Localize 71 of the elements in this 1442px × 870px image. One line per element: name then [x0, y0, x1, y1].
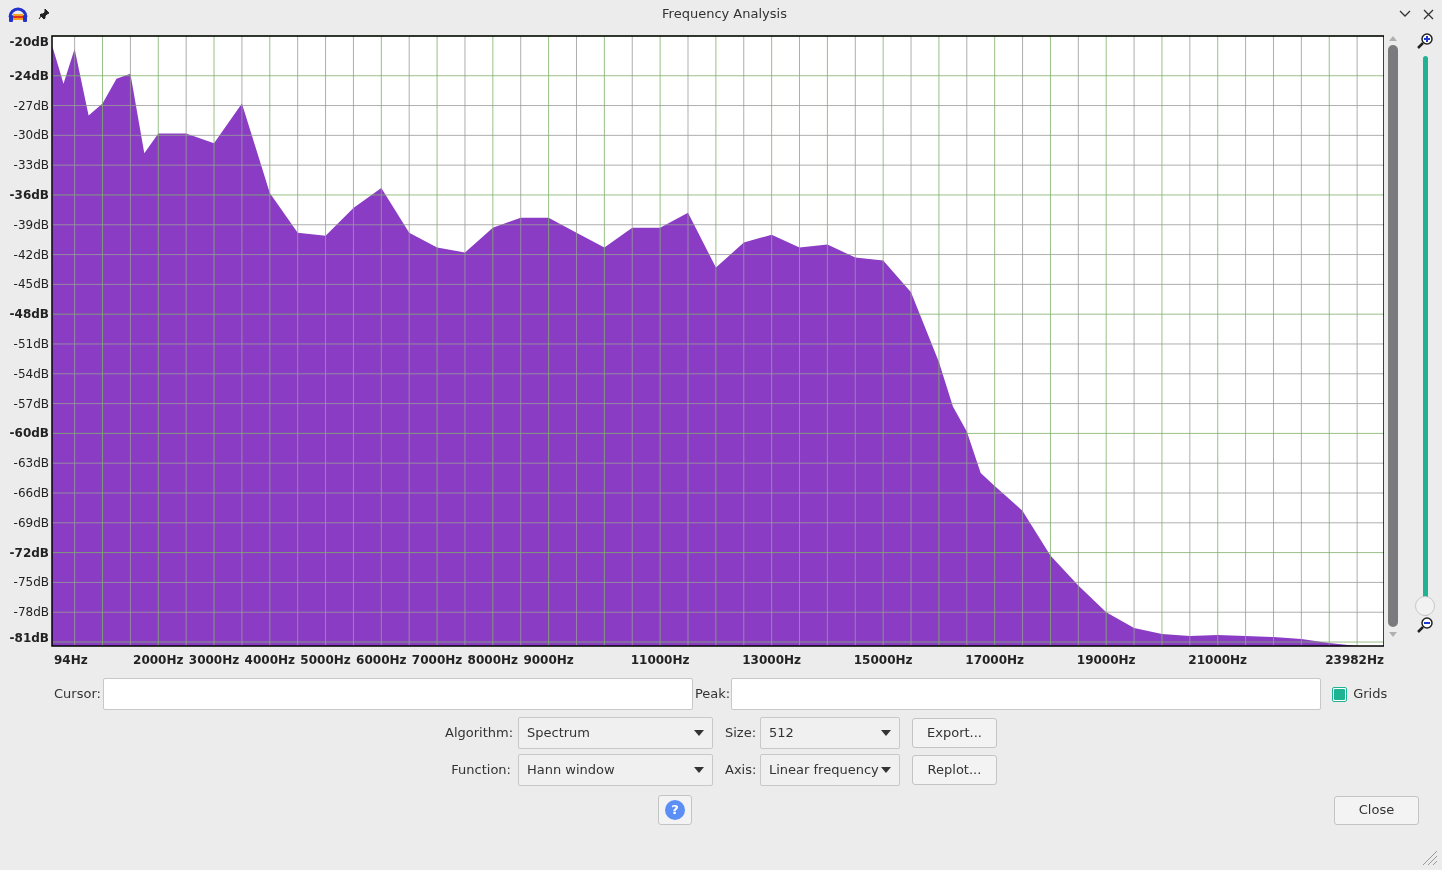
peak-field[interactable] [731, 678, 1322, 710]
x-axis-label: 4000Hz [244, 653, 295, 667]
chevron-down-icon[interactable] [1399, 10, 1411, 18]
field-label: Axis: [725, 761, 753, 780]
export-button[interactable]: Export... [912, 718, 997, 748]
scroll-down-arrow-icon[interactable] [1389, 632, 1397, 637]
y-axis-label: -20dB [9, 35, 49, 49]
function-dropdown[interactable]: Hann window [518, 754, 713, 786]
caret-icon [881, 767, 891, 773]
y-axis-label: -63dB [13, 456, 49, 471]
y-axis-label: -27dB [13, 98, 49, 113]
zoom-slider-track[interactable] [1415, 56, 1435, 616]
y-axis-label: -45dB [13, 277, 49, 292]
y-axis-label: -57dB [13, 396, 49, 411]
grids-checkbox[interactable] [1332, 686, 1348, 702]
scrollbar-thumb[interactable] [1388, 45, 1398, 627]
y-axis-label: -33dB [13, 158, 49, 173]
x-axis-label: 9000Hz [523, 653, 574, 667]
field-label: Function: [450, 761, 511, 780]
replot-button[interactable]: Replot... [912, 755, 997, 785]
zoom-slider-thumb[interactable] [1415, 596, 1435, 616]
x-axis-label: 7000Hz [411, 653, 463, 667]
close-button[interactable]: Close [1334, 795, 1419, 825]
y-axis-label: -24dB [9, 68, 49, 83]
close-icon[interactable] [1423, 8, 1434, 20]
axis-dropdown[interactable]: Linear frequency [760, 754, 900, 786]
caret-icon [694, 730, 704, 736]
algorithm-dropdown[interactable]: Spectrum [518, 717, 713, 749]
field-label: Size: [725, 724, 753, 743]
cursor-label: Cursor: [54, 685, 101, 704]
zoom-out-icon[interactable] [1416, 616, 1434, 634]
x-axis-label: 17000Hz [965, 653, 1025, 667]
resize-grip-icon[interactable] [1420, 848, 1438, 866]
peak-label: Peak: [694, 685, 731, 704]
x-axis-label: 15000Hz [853, 653, 913, 667]
x-axis-label: 23982Hz [1325, 653, 1384, 667]
y-axis-label: -39dB [13, 217, 49, 232]
x-axis-label: 13000Hz [742, 653, 802, 667]
y-axis-label: -66dB [13, 486, 49, 500]
x-axis-label: 94Hz [54, 653, 88, 667]
pin-icon[interactable] [38, 8, 50, 20]
zoom-in-icon[interactable] [1416, 32, 1434, 50]
y-axis-label: -81dB [9, 631, 49, 645]
size-dropdown[interactable]: 512 [760, 717, 900, 749]
headphones-icon [8, 5, 28, 23]
y-axis-label: -78dB [13, 605, 49, 620]
grids-label: Grids [1353, 685, 1388, 704]
x-axis-label: 5000Hz [300, 653, 351, 667]
y-axis-label: -69dB [13, 515, 49, 530]
y-axis-label: -30dB [13, 128, 49, 143]
caret-icon [694, 767, 704, 773]
y-axis-label: -60dB [9, 426, 49, 441]
x-axis-label: 6000Hz [356, 653, 407, 667]
x-axis-label: 8000Hz [467, 653, 519, 667]
x-axis-label: 2000Hz [133, 653, 184, 667]
y-axis-label: -75dB [13, 575, 49, 590]
y-axis-label: -36dB [9, 187, 49, 202]
x-axis-label: 3000Hz [188, 653, 240, 667]
y-axis-label: -51dB [13, 337, 49, 351]
y-axis-label: -72dB [9, 545, 49, 560]
y-axis-label: -54dB [13, 366, 49, 381]
scroll-up-arrow-icon[interactable] [1389, 36, 1397, 41]
y-axis-label: -48dB [9, 307, 49, 322]
x-axis-label: 21000Hz [1188, 653, 1248, 667]
cursor-field[interactable] [102, 678, 693, 710]
y-axis-label: -42dB [13, 247, 49, 262]
x-axis-label: 11000Hz [630, 653, 690, 667]
caret-icon [881, 730, 891, 736]
field-label: Algorithm: [445, 724, 511, 743]
x-axis-label: 19000Hz [1076, 653, 1136, 667]
window-title: Frequency Analysis [661, 5, 788, 24]
